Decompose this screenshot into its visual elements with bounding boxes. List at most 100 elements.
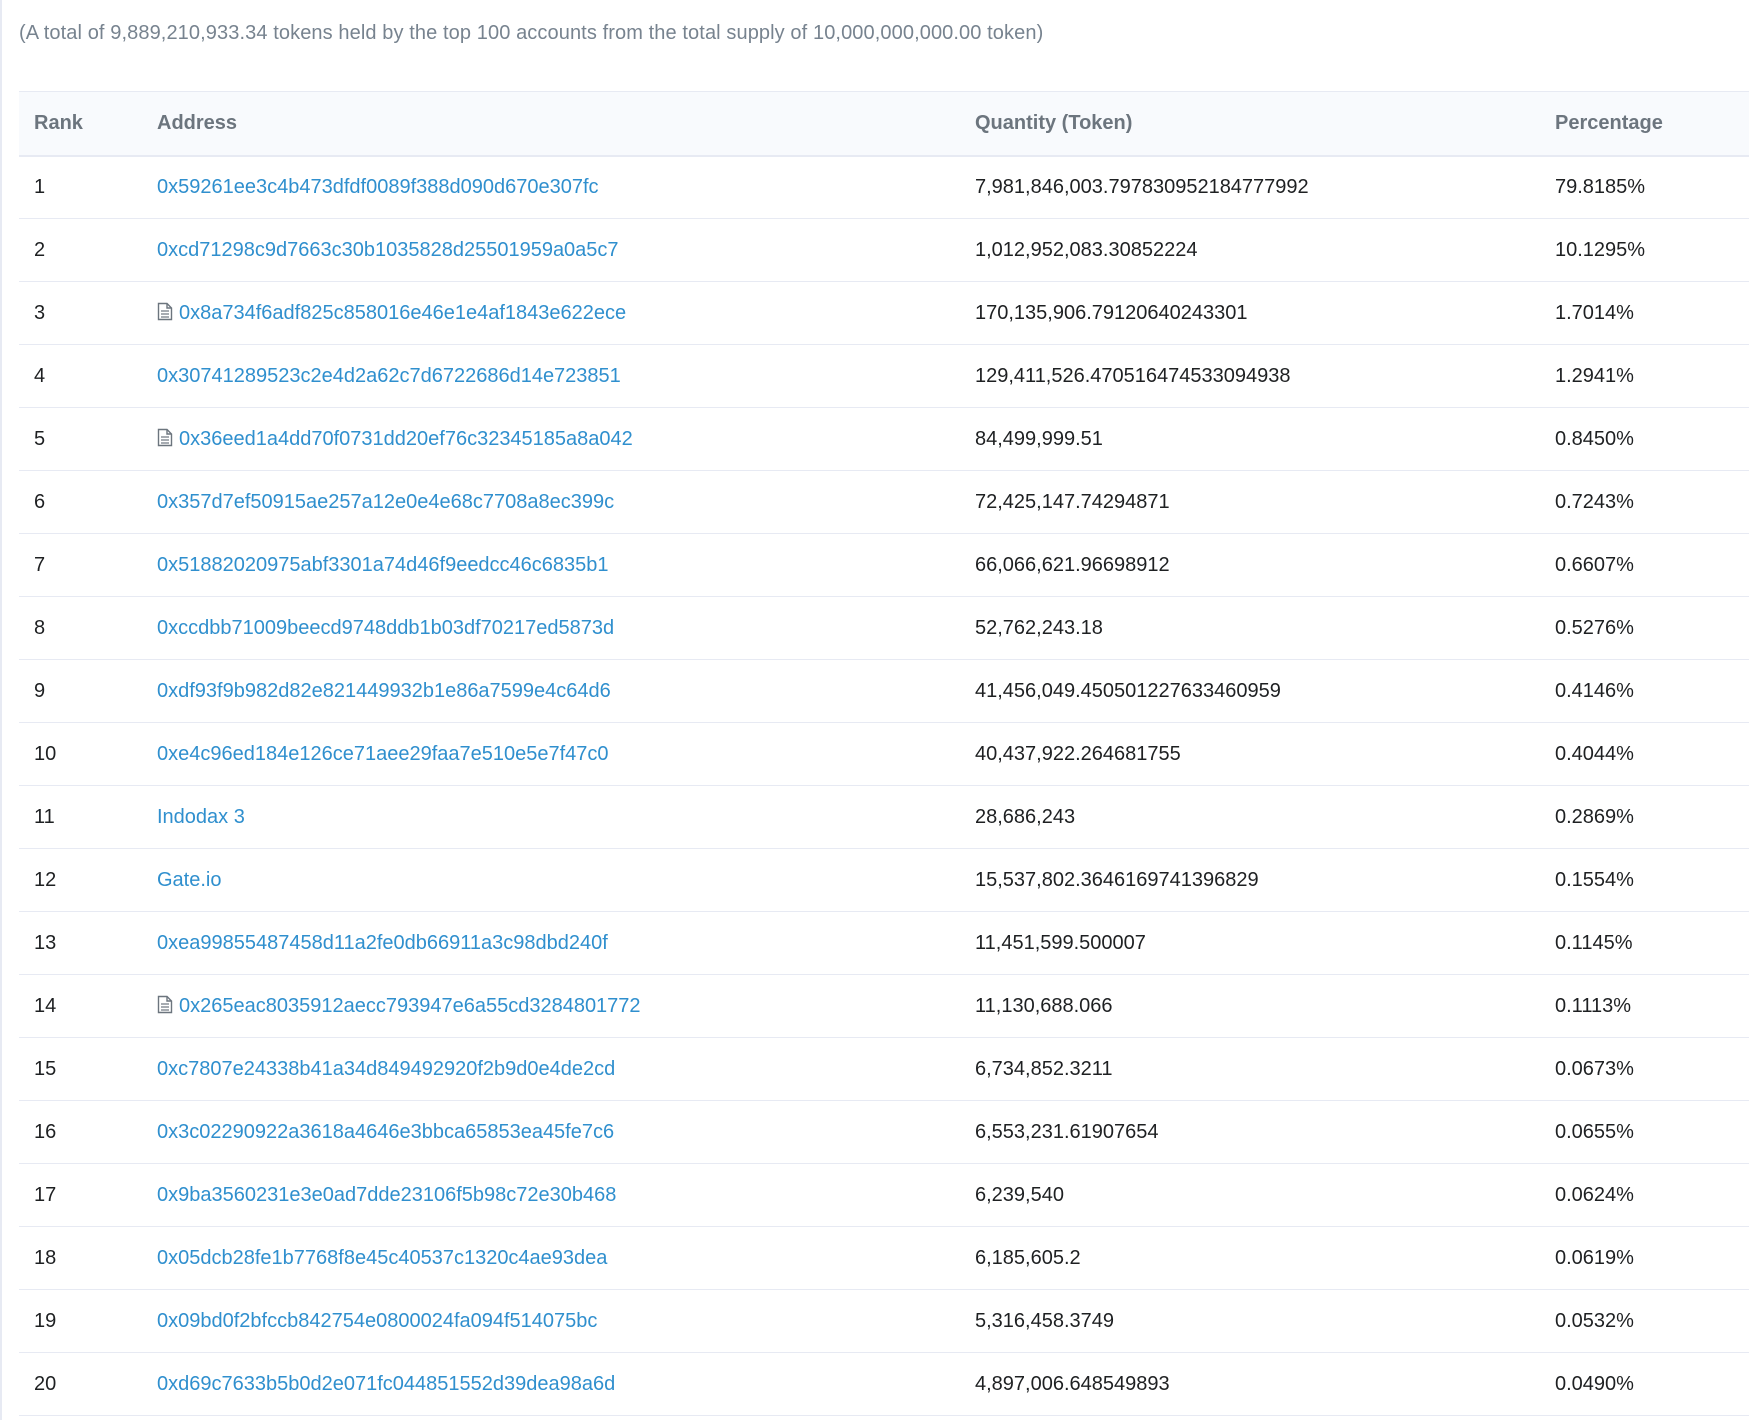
table-row: 2 0xcd71298c9d7663c30b1035828d25501959a0a… — [19, 218, 1749, 282]
table-row: 13 0xea99855487458d11a2fe0db66911a3c98dbd… — [19, 911, 1749, 975]
table-row: 5 0x36eed1a4dd70f0731dd20ef76c32345185a8a… — [19, 407, 1749, 471]
address-link[interactable]: 0x8a734f6adf825c858016e46e1e4af1843e622e… — [179, 302, 626, 324]
percentage-cell: 0.4146% — [1540, 659, 1749, 723]
address-cell: 0x51882020975abf3301a74d46f9eedcc46c6835… — [142, 533, 960, 597]
address-cell: 0xccdbb71009beecd9748ddb1b03df70217ed587… — [142, 596, 960, 660]
holders-table-container: Rank Address Quantity (Token) Percentage… — [19, 91, 1749, 1416]
percentage-cell: 0.4044% — [1540, 722, 1749, 786]
table-row: 17 0x9ba3560231e3e0ad7dde23106f5b98c72e30… — [19, 1163, 1749, 1227]
percentage-cell: 0.1145% — [1540, 911, 1749, 975]
quantity-cell: 72,425,147.74294871 — [960, 470, 1540, 534]
table-row: 7 0x51882020975abf3301a74d46f9eedcc46c683… — [19, 533, 1749, 597]
percentage-cell: 0.5276% — [1540, 596, 1749, 660]
rank-cell: 5 — [19, 407, 142, 471]
address-cell: 0xdf93f9b982d82e821449932b1e86a7599e4c64… — [142, 659, 960, 723]
table-row: 9 0xdf93f9b982d82e821449932b1e86a7599e4c6… — [19, 659, 1749, 723]
address-cell: 0x265eac8035912aecc793947e6a55cd32848017… — [142, 974, 960, 1038]
table-row: 6 0x357d7ef50915ae257a12e0e4e68c7708a8ec3… — [19, 470, 1749, 534]
rank-cell: 18 — [19, 1226, 142, 1290]
table-row: 8 0xccdbb71009beecd9748ddb1b03df70217ed58… — [19, 596, 1749, 660]
table-header-row: Rank Address Quantity (Token) Percentage — [19, 91, 1749, 157]
address-link[interactable]: 0x3c02290922a3618a4646e3bbca65853ea45fe7… — [157, 1121, 614, 1143]
address-link[interactable]: Indodax 3 — [157, 806, 245, 828]
address-cell: 0x36eed1a4dd70f0731dd20ef76c32345185a8a0… — [142, 407, 960, 471]
address-link[interactable]: Gate.io — [157, 869, 221, 891]
percentage-cell: 10.1295% — [1540, 218, 1749, 282]
percentage-cell: 0.6607% — [1540, 533, 1749, 597]
address-link[interactable]: 0x357d7ef50915ae257a12e0e4e68c7708a8ec39… — [157, 491, 614, 513]
rank-cell: 20 — [19, 1352, 142, 1416]
address-link[interactable]: 0xdf93f9b982d82e821449932b1e86a7599e4c64… — [157, 680, 611, 702]
address-cell: 0xcd71298c9d7663c30b1035828d25501959a0a5… — [142, 218, 960, 282]
address-link[interactable]: 0xcd71298c9d7663c30b1035828d25501959a0a5… — [157, 239, 619, 261]
quantity-cell: 11,130,688.066 — [960, 974, 1540, 1038]
holders-summary: (A total of 9,889,210,933.34 tokens held… — [19, 22, 1044, 44]
address-link[interactable]: 0x51882020975abf3301a74d46f9eedcc46c6835… — [157, 554, 609, 576]
address-cell: 0x59261ee3c4b473dfdf0089f388d090d670e307… — [142, 155, 960, 219]
page-left-border — [0, 0, 2, 1420]
rank-cell: 16 — [19, 1100, 142, 1164]
address-link[interactable]: 0xea99855487458d11a2fe0db66911a3c98dbd24… — [157, 932, 608, 954]
address-link[interactable]: 0x30741289523c2e4d2a62c7d6722686d14e7238… — [157, 365, 621, 387]
percentage-cell: 0.0655% — [1540, 1100, 1749, 1164]
quantity-cell: 6,239,540 — [960, 1163, 1540, 1227]
contract-file-icon — [157, 428, 173, 447]
rank-cell: 15 — [19, 1037, 142, 1101]
table-row: 14 0x265eac8035912aecc793947e6a55cd328480… — [19, 974, 1749, 1038]
percentage-cell: 0.0490% — [1540, 1352, 1749, 1416]
rank-cell: 3 — [19, 281, 142, 345]
quantity-cell: 4,897,006.648549893 — [960, 1352, 1540, 1416]
address-cell: 0x9ba3560231e3e0ad7dde23106f5b98c72e30b4… — [142, 1163, 960, 1227]
address-link[interactable]: 0x265eac8035912aecc793947e6a55cd32848017… — [179, 995, 641, 1017]
table-row: 18 0x05dcb28fe1b7768f8e45c40537c1320c4ae9… — [19, 1226, 1749, 1290]
percentage-cell: 0.1554% — [1540, 848, 1749, 912]
table-row: 12 Gate.io 15,537,802.3646169741396829 0.15… — [19, 848, 1749, 912]
table-header: Rank Address Quantity (Token) Percentage — [19, 91, 1749, 157]
quantity-cell: 6,185,605.2 — [960, 1226, 1540, 1290]
quantity-cell: 52,762,243.18 — [960, 596, 1540, 660]
quantity-cell: 66,066,621.96698912 — [960, 533, 1540, 597]
address-cell: 0xe4c96ed184e126ce71aee29faa7e510e5e7f47… — [142, 722, 960, 786]
rank-cell: 1 — [19, 155, 142, 219]
quantity-cell: 15,537,802.3646169741396829 — [960, 848, 1540, 912]
quantity-cell: 129,411,526.470516474533094938 — [960, 344, 1540, 408]
quantity-cell: 7,981,846,003.797830952184777992 — [960, 155, 1540, 219]
rank-cell: 10 — [19, 722, 142, 786]
percentage-cell: 1.7014% — [1540, 281, 1749, 345]
table-row: 15 0xc7807e24338b41a34d849492920f2b9d0e4d… — [19, 1037, 1749, 1101]
percentage-cell: 0.0624% — [1540, 1163, 1749, 1227]
percentage-cell: 0.2869% — [1540, 785, 1749, 849]
contract-file-icon — [157, 302, 173, 321]
address-cell: Gate.io — [142, 848, 960, 912]
address-cell: 0xc7807e24338b41a34d849492920f2b9d0e4de2… — [142, 1037, 960, 1101]
address-link[interactable]: 0x09bd0f2bfccb842754e0800024fa094f514075… — [157, 1310, 597, 1332]
address-link[interactable]: 0x36eed1a4dd70f0731dd20ef76c32345185a8a0… — [179, 428, 633, 450]
percentage-cell: 0.0532% — [1540, 1289, 1749, 1353]
rank-cell: 14 — [19, 974, 142, 1038]
address-link[interactable]: 0x59261ee3c4b473dfdf0089f388d090d670e307… — [157, 176, 599, 198]
column-header-quantity: Quantity (Token) — [960, 91, 1540, 157]
table-row: 11 Indodax 3 28,686,243 0.2869% — [19, 785, 1749, 849]
rank-cell: 2 — [19, 218, 142, 282]
address-cell: 0xd69c7633b5b0d2e071fc044851552d39dea98a… — [142, 1352, 960, 1416]
address-link[interactable]: 0x9ba3560231e3e0ad7dde23106f5b98c72e30b4… — [157, 1184, 616, 1206]
percentage-cell: 0.7243% — [1540, 470, 1749, 534]
table-row: 10 0xe4c96ed184e126ce71aee29faa7e510e5e7f… — [19, 722, 1749, 786]
address-link[interactable]: 0xd69c7633b5b0d2e071fc044851552d39dea98a… — [157, 1373, 615, 1395]
table-row: 4 0x30741289523c2e4d2a62c7d6722686d14e723… — [19, 344, 1749, 408]
rank-cell: 11 — [19, 785, 142, 849]
rank-cell: 8 — [19, 596, 142, 660]
column-header-percentage: Percentage — [1540, 91, 1749, 157]
quantity-cell: 1,012,952,083.30852224 — [960, 218, 1540, 282]
address-link[interactable]: 0x05dcb28fe1b7768f8e45c40537c1320c4ae93d… — [157, 1247, 607, 1269]
table-row: 3 0x8a734f6adf825c858016e46e1e4af1843e622… — [19, 281, 1749, 345]
address-link[interactable]: 0xccdbb71009beecd9748ddb1b03df70217ed587… — [157, 617, 614, 639]
quantity-cell: 170,135,906.79120640243301 — [960, 281, 1540, 345]
contract-file-icon — [157, 995, 173, 1014]
quantity-cell: 6,553,231.61907654 — [960, 1100, 1540, 1164]
column-header-address: Address — [142, 91, 960, 157]
address-link[interactable]: 0xe4c96ed184e126ce71aee29faa7e510e5e7f47… — [157, 743, 609, 765]
percentage-cell: 0.0619% — [1540, 1226, 1749, 1290]
quantity-cell: 28,686,243 — [960, 785, 1540, 849]
address-link[interactable]: 0xc7807e24338b41a34d849492920f2b9d0e4de2… — [157, 1058, 615, 1080]
